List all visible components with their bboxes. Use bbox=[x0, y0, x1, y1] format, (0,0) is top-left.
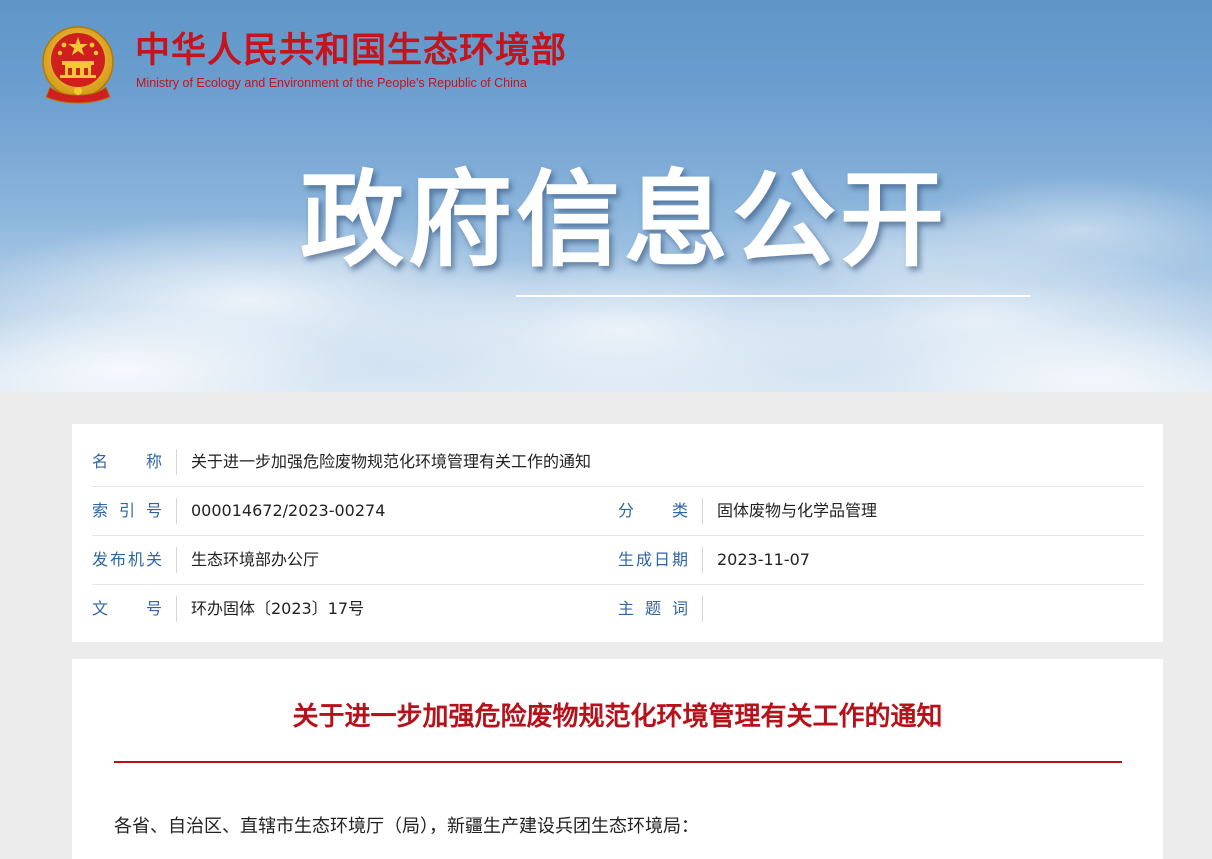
metadata-cell-doc-no: 文 号 环办固体〔2023〕17号 bbox=[92, 584, 612, 633]
page-banner: 中华人民共和国生态环境部 Ministry of Ecology and Env… bbox=[0, 0, 1212, 392]
metadata-row-name: 名 称 关于进一步加强危险废物规范化环境管理有关工作的通知 bbox=[92, 437, 1144, 487]
metadata-row-issuer: 发布机关 生态环境部办公厅 生成日期 2023-11-07 bbox=[92, 535, 1144, 585]
metadata-value-index: 000014672/2023-00274 bbox=[191, 501, 386, 520]
metadata-label-category: 分 类 bbox=[618, 501, 688, 520]
metadata-label-index: 索引号 bbox=[92, 501, 162, 520]
banner-underline bbox=[516, 295, 1030, 297]
metadata-separator bbox=[176, 596, 177, 622]
ministry-name-en[interactable]: Ministry of Ecology and Environment of t… bbox=[136, 76, 527, 90]
metadata-cell-keywords: 主题词 bbox=[618, 584, 1138, 633]
metadata-label-keywords: 主题词 bbox=[618, 599, 688, 618]
metadata-label-issuer: 发布机关 bbox=[92, 550, 162, 569]
article-title-rule bbox=[114, 761, 1122, 763]
metadata-separator bbox=[702, 596, 703, 622]
metadata-separator bbox=[176, 547, 177, 573]
article-salutation: 各省、自治区、直辖市生态环境厅（局），新疆生产建设兵团生态环境局： bbox=[114, 816, 699, 837]
metadata-separator bbox=[176, 498, 177, 524]
content-panel: 名 称 关于进一步加强危险废物规范化环境管理有关工作的通知 索引号 000014… bbox=[40, 392, 1195, 859]
national-emblem-icon[interactable] bbox=[40, 25, 116, 105]
metadata-value-name: 关于进一步加强危险废物规范化环境管理有关工作的通知 bbox=[191, 452, 592, 471]
metadata-label-name: 名 称 bbox=[92, 452, 162, 471]
metadata-cell-name: 名 称 关于进一步加强危险废物规范化环境管理有关工作的通知 bbox=[92, 437, 1144, 486]
metadata-cell-date: 生成日期 2023-11-07 bbox=[618, 535, 1138, 584]
metadata-separator bbox=[702, 547, 703, 573]
metadata-value-doc-no: 环办固体〔2023〕17号 bbox=[191, 599, 365, 618]
metadata-cell-category: 分 类 固体废物与化学品管理 bbox=[618, 486, 1138, 535]
banner-title: 政府信息公开 bbox=[300, 159, 949, 281]
metadata-value-category: 固体废物与化学品管理 bbox=[717, 501, 878, 520]
metadata-value-issuer: 生态环境部办公厅 bbox=[191, 550, 320, 569]
metadata-label-doc-no: 文 号 bbox=[92, 599, 162, 618]
article-card: 关于进一步加强危险废物规范化环境管理有关工作的通知 各省、自治区、直辖市生态环境… bbox=[72, 659, 1163, 859]
metadata-label-date: 生成日期 bbox=[618, 550, 688, 569]
metadata-row-doc-no: 文 号 环办固体〔2023〕17号 主题词 bbox=[92, 584, 1144, 633]
metadata-separator bbox=[702, 498, 703, 524]
metadata-cell-issuer: 发布机关 生态环境部办公厅 bbox=[92, 535, 612, 584]
metadata-separator bbox=[176, 449, 177, 475]
article-title: 关于进一步加强危险废物规范化环境管理有关工作的通知 bbox=[292, 702, 943, 732]
metadata-value-date: 2023-11-07 bbox=[717, 550, 810, 569]
document-metadata-card: 名 称 关于进一步加强危险废物规范化环境管理有关工作的通知 索引号 000014… bbox=[72, 424, 1163, 642]
metadata-cell-index: 索引号 000014672/2023-00274 bbox=[92, 486, 612, 535]
metadata-row-index: 索引号 000014672/2023-00274 分 类 固体废物与化学品管理 bbox=[92, 486, 1144, 536]
ministry-name-cn[interactable]: 中华人民共和国生态环境部 bbox=[135, 30, 567, 72]
